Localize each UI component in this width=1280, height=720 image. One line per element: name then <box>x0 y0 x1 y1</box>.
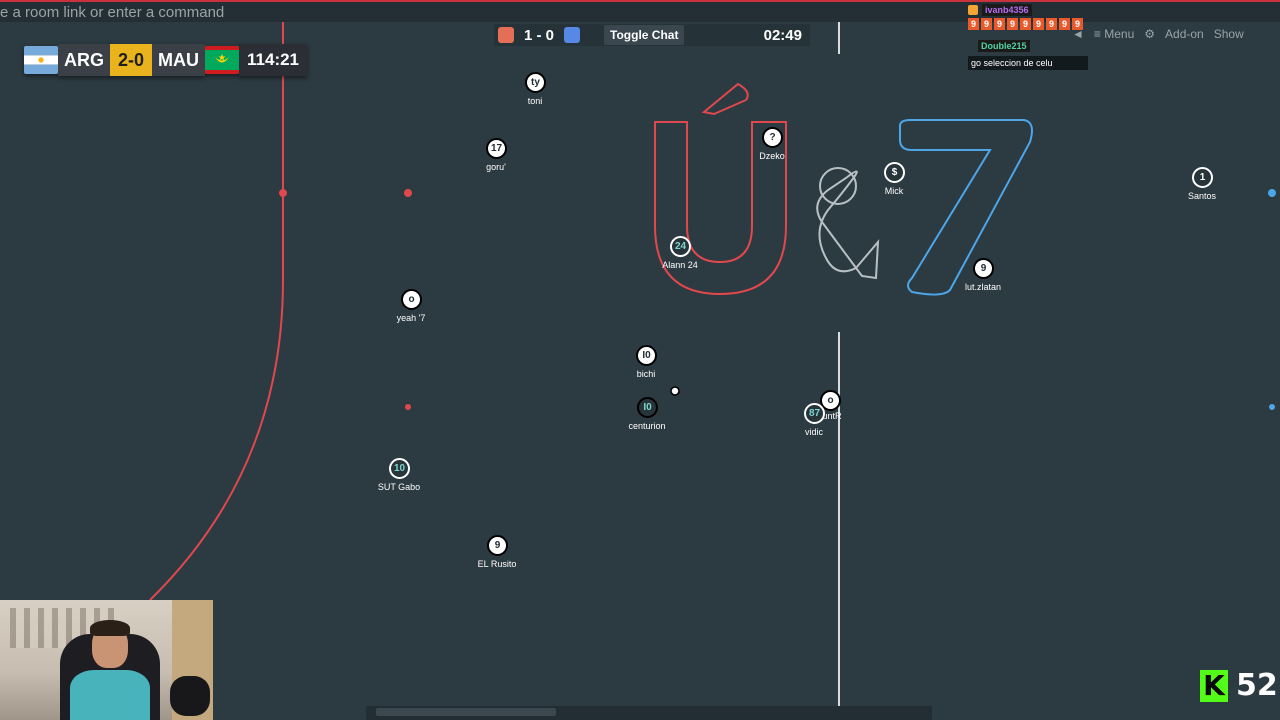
webcam-person <box>70 620 150 720</box>
player-name: bichi <box>636 369 656 379</box>
argentina-flag-icon <box>24 46 58 74</box>
webcam-body <box>70 670 150 720</box>
player-disc: o <box>401 289 422 310</box>
sub-badge-icon <box>968 5 978 15</box>
match-scoreboard: ARG 2-0 MAU 114:21 <box>24 44 308 76</box>
player-disc: 17 <box>486 138 507 159</box>
player-name: SUT Gabo <box>377 482 421 492</box>
player-disc: 9 <box>973 258 994 279</box>
player-disc: 1 <box>1192 167 1213 188</box>
home-team-code: ARG <box>58 44 110 76</box>
player-disc: $ <box>884 162 905 183</box>
game-score: 1 - 0 <box>524 26 555 44</box>
room-command-input[interactable] <box>0 3 960 21</box>
player-name: Santos <box>1187 191 1217 201</box>
away-team-code: MAU <box>152 44 206 76</box>
player-name: EL Rusito <box>477 559 517 569</box>
toggle-chat-button[interactable]: Toggle Chat <box>604 25 685 45</box>
blue-post-bottom <box>1269 404 1275 410</box>
ball <box>670 386 680 396</box>
player-name: toni <box>527 96 543 106</box>
webcam-hair <box>90 620 130 636</box>
nine-emote-icon: 9 <box>981 18 992 30</box>
player-name: Alann 24 <box>662 260 698 270</box>
webcam-bag <box>170 676 210 716</box>
player-name: Mick <box>884 186 904 196</box>
chat-user-row: ivanb4356 <box>968 4 1280 16</box>
bottom-chat-text <box>376 708 556 716</box>
kick-counter: 52 <box>1236 668 1278 703</box>
red-penalty-spot-2 <box>405 404 411 410</box>
player-disc: 24 <box>670 236 691 257</box>
blue-team-icon <box>564 27 581 43</box>
kick-overlay: K 52 <box>1200 668 1278 703</box>
player-name: yeah '7 <box>396 313 426 323</box>
red-goal-arc <box>149 22 284 601</box>
game-stage: ARG 2-0 MAU 114:21 1 - 0 Toggle Chat 02:… <box>0 0 1280 720</box>
player-name: Dzeko <box>759 151 785 161</box>
player-disc: 9 <box>487 535 508 556</box>
player-disc: 10 <box>389 458 410 479</box>
chat-message: go seleccion de celu <box>968 56 1088 70</box>
nine-emote-icon: 9 <box>1007 18 1018 30</box>
red-penalty-spot-1 <box>404 189 412 197</box>
player-disc: 87 <box>804 403 825 424</box>
player-name: vidic <box>804 427 823 437</box>
player-name: lut.zlatan <box>964 282 1002 292</box>
logo-accent <box>701 82 749 116</box>
player-disc: I0 <box>636 345 657 366</box>
game-top-bar: 1 - 0 Toggle Chat 02:49 <box>494 24 810 46</box>
match-time: 114:21 <box>239 44 308 76</box>
match-score: 2-0 <box>110 44 153 76</box>
nine-emote-icon: 9 <box>1059 18 1070 30</box>
nine-emote-icon: 9 <box>994 18 1005 30</box>
player-disc: ? <box>762 127 783 148</box>
game-clock: 02:49 <box>763 26 802 44</box>
bottom-chat-input[interactable] <box>366 706 932 720</box>
stream-chat: ivanb4356 9 9 9 9 9 9 9 9 9 Double215 go… <box>968 4 1280 70</box>
nine-emote-icon: 9 <box>1020 18 1031 30</box>
red-team-icon <box>498 27 514 43</box>
nine-emote-icon: 9 <box>1033 18 1044 30</box>
logo-seven <box>899 119 1033 296</box>
chat-emote-row: 9 9 9 9 9 9 9 9 9 <box>968 18 1280 30</box>
nine-emote-icon: 9 <box>1046 18 1057 30</box>
nine-emote-icon: 9 <box>1072 18 1083 30</box>
player-disc: ty <box>525 72 546 93</box>
chat-username: Double215 <box>978 40 1030 52</box>
blue-post-top <box>1268 189 1276 197</box>
red-post-top <box>279 189 287 197</box>
chat-username: ivanb4356 <box>982 4 1032 16</box>
kick-logo-icon: K <box>1200 669 1228 702</box>
streamer-webcam <box>0 600 213 720</box>
player-disc: I0 <box>637 397 658 418</box>
mauritania-flag-icon <box>205 46 240 74</box>
player-name: centurion <box>628 421 666 431</box>
player-name: untR <box>822 411 842 421</box>
nine-emote-icon: 9 <box>968 18 979 30</box>
player-name: goru' <box>486 162 506 172</box>
